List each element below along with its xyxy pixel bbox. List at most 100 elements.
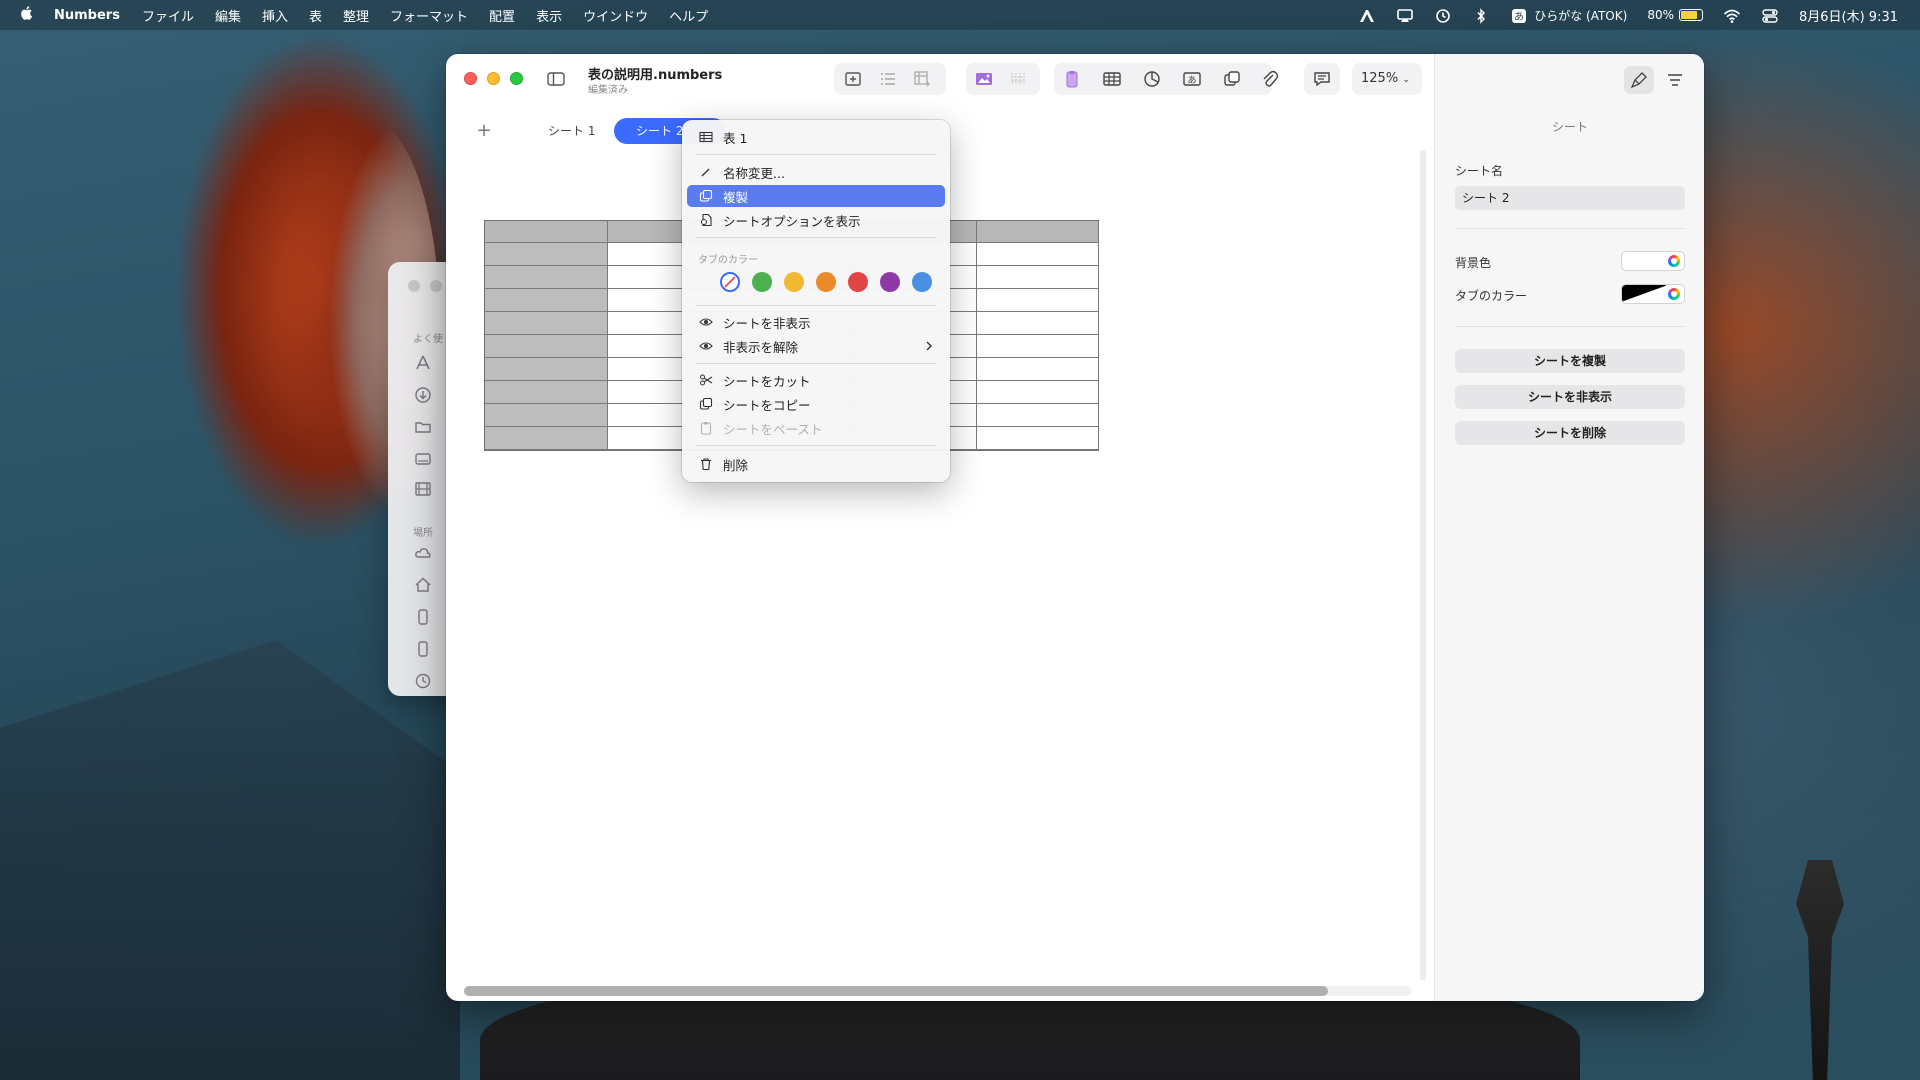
menu-file[interactable]: ファイル bbox=[142, 6, 194, 25]
menu-format[interactable]: フォーマット bbox=[390, 6, 468, 25]
table-row-header-cell[interactable] bbox=[485, 266, 608, 289]
comment-icon[interactable] bbox=[1310, 67, 1334, 91]
table-row-header-cell[interactable] bbox=[485, 335, 608, 358]
background-color-well[interactable] bbox=[1621, 251, 1685, 271]
table-cell[interactable] bbox=[977, 266, 1099, 289]
table-cell[interactable] bbox=[977, 243, 1099, 266]
add-sheet-button[interactable]: + bbox=[474, 120, 494, 141]
shape-icon[interactable] bbox=[1220, 67, 1244, 91]
close-button[interactable] bbox=[464, 72, 477, 85]
hide-sheet-button[interactable]: シートを非表示 bbox=[1455, 385, 1685, 409]
menu-view[interactable]: 表示 bbox=[536, 6, 562, 25]
tab-color-blue[interactable] bbox=[912, 272, 932, 292]
app-menu[interactable]: Numbers bbox=[54, 8, 120, 23]
folder-icon[interactable] bbox=[414, 418, 432, 436]
menu-item-table-1[interactable]: 表 1 bbox=[687, 126, 945, 148]
menu-item-delete[interactable]: 削除 bbox=[687, 453, 945, 475]
table-row-header-cell[interactable] bbox=[485, 427, 608, 450]
movies-icon[interactable] bbox=[414, 480, 432, 498]
color-wheel-icon[interactable] bbox=[1668, 255, 1680, 267]
menu-arrange[interactable]: 整理 bbox=[343, 6, 369, 25]
table-row-header-cell[interactable] bbox=[485, 358, 608, 381]
downloads-icon[interactable] bbox=[414, 386, 432, 404]
table-cell[interactable] bbox=[977, 289, 1099, 312]
duplicate-sheet-button[interactable]: シートを複製 bbox=[1455, 349, 1685, 373]
chart-icon[interactable] bbox=[1140, 67, 1164, 91]
bluetooth-icon[interactable] bbox=[1472, 8, 1490, 24]
vertical-scrollbar[interactable] bbox=[1420, 150, 1426, 980]
tab-color-red[interactable] bbox=[848, 272, 868, 292]
grid-icon[interactable] bbox=[1006, 67, 1030, 91]
recents-icon[interactable] bbox=[414, 672, 432, 690]
media-icon[interactable] bbox=[972, 67, 996, 91]
time-machine-icon[interactable] bbox=[1434, 8, 1452, 23]
pivot-table-icon[interactable] bbox=[910, 67, 934, 91]
tab-color-yellow[interactable] bbox=[784, 272, 804, 292]
tab-sheet-1[interactable]: シート 1 bbox=[526, 118, 617, 144]
sheet-name-field[interactable]: シート 2 bbox=[1455, 186, 1685, 210]
tab-color-well[interactable] bbox=[1621, 284, 1685, 304]
menubar-clock[interactable]: 8月6日(木) 9:31 bbox=[1799, 6, 1898, 25]
list-icon[interactable] bbox=[876, 67, 900, 91]
table-row-header-cell[interactable] bbox=[485, 404, 608, 427]
zoom-button[interactable] bbox=[510, 72, 523, 85]
tab-color-none[interactable] bbox=[720, 272, 740, 292]
attachment-icon[interactable] bbox=[1258, 67, 1282, 91]
menu-item-hide-sheet[interactable]: シートを非表示 bbox=[687, 311, 945, 333]
menu-insert[interactable]: 挿入 bbox=[262, 6, 288, 25]
menu-item-duplicate[interactable]: 複製 bbox=[687, 185, 945, 207]
table-cell[interactable] bbox=[977, 335, 1099, 358]
table-row-header-cell[interactable] bbox=[485, 243, 608, 266]
zoom-menu[interactable]: 125% ⌄ bbox=[1361, 71, 1410, 86]
menu-window[interactable]: ウインドウ bbox=[583, 6, 648, 25]
icloud-icon[interactable] bbox=[414, 544, 432, 562]
format-brush-icon[interactable] bbox=[1624, 66, 1654, 94]
text-box-icon[interactable]: あ bbox=[1180, 67, 1204, 91]
table-cell[interactable] bbox=[977, 381, 1099, 404]
display-icon[interactable] bbox=[1396, 8, 1414, 22]
menu-item-sheet-options[interactable]: シートオプションを表示 bbox=[687, 209, 945, 231]
drive-icon[interactable] bbox=[414, 450, 432, 468]
applications-icon[interactable] bbox=[414, 354, 432, 372]
apple-menu-icon[interactable] bbox=[16, 5, 38, 25]
wifi-icon[interactable] bbox=[1723, 8, 1741, 23]
input-method-indicator[interactable]: あ ひらがな (ATOK) bbox=[1510, 7, 1627, 24]
clipboard-icon[interactable] bbox=[1060, 67, 1084, 91]
tab-color-green[interactable] bbox=[752, 272, 772, 292]
finder-close-button[interactable] bbox=[408, 280, 420, 292]
sheet-context-menu[interactable]: 表 1 名称変更... 複製 シートオプションを表示 タブのカラー シートを非表… bbox=[682, 120, 950, 482]
table-header-cell[interactable] bbox=[485, 221, 608, 243]
tab-color-purple[interactable] bbox=[880, 272, 900, 292]
organize-icon[interactable] bbox=[1660, 66, 1690, 94]
table-row-header-cell[interactable] bbox=[485, 289, 608, 312]
menu-item-cut-sheet[interactable]: シートをカット bbox=[687, 369, 945, 391]
table-row-header-cell[interactable] bbox=[485, 312, 608, 335]
atok-icon[interactable] bbox=[1358, 8, 1376, 22]
control-center-icon[interactable] bbox=[1761, 8, 1779, 23]
horizontal-scrollbar[interactable] bbox=[464, 986, 1328, 996]
menu-item-copy-sheet[interactable]: シートをコピー bbox=[687, 393, 945, 415]
sidebar-toggle-icon[interactable] bbox=[544, 67, 568, 91]
table-icon[interactable] bbox=[1100, 67, 1124, 91]
menu-item-rename[interactable]: 名称変更... bbox=[687, 161, 945, 183]
home-icon[interactable] bbox=[414, 576, 432, 594]
table-cell[interactable] bbox=[977, 427, 1099, 450]
table-cell[interactable] bbox=[977, 312, 1099, 335]
device-icon[interactable] bbox=[414, 608, 432, 626]
menu-table[interactable]: 表 bbox=[309, 6, 322, 25]
color-wheel-icon[interactable] bbox=[1668, 288, 1680, 300]
menu-edit[interactable]: 編集 bbox=[215, 6, 241, 25]
table-cell[interactable] bbox=[977, 358, 1099, 381]
delete-sheet-button[interactable]: シートを削除 bbox=[1455, 421, 1685, 445]
menu-item-unhide[interactable]: 非表示を解除 bbox=[687, 335, 945, 357]
finder-minimize-button[interactable] bbox=[430, 280, 442, 292]
minimize-button[interactable] bbox=[487, 72, 500, 85]
table-header-cell[interactable] bbox=[977, 221, 1099, 243]
menu-layout[interactable]: 配置 bbox=[489, 6, 515, 25]
tab-color-orange[interactable] bbox=[816, 272, 836, 292]
menu-help[interactable]: ヘルプ bbox=[669, 6, 708, 25]
battery-status[interactable]: 80% bbox=[1647, 8, 1703, 22]
table-row-header-cell[interactable] bbox=[485, 381, 608, 404]
device-2-icon[interactable] bbox=[414, 640, 432, 658]
add-category-icon[interactable] bbox=[841, 67, 865, 91]
